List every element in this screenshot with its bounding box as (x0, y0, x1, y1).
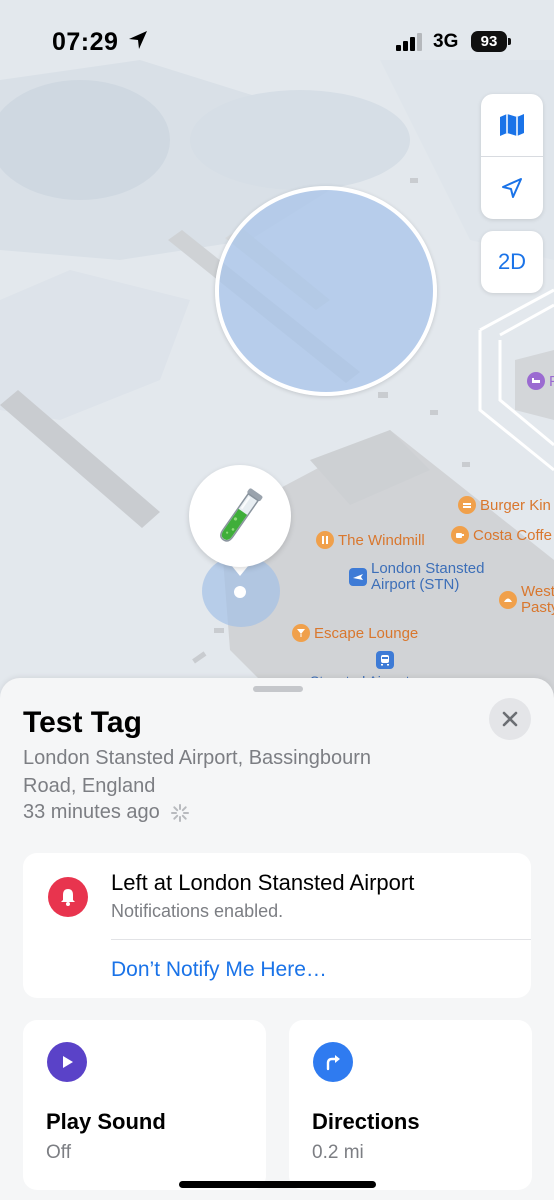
item-address: London Stansted Airport, Bassingbourn Ro… (23, 747, 372, 797)
poi-escape-lounge[interactable]: Escape Lounge (292, 624, 418, 642)
play-sound-card[interactable]: Play Sound Off (23, 1020, 266, 1190)
notification-status: Notifications enabled. (111, 901, 284, 921)
status-bar: 07:29 3G 93 (0, 0, 554, 84)
item-pin[interactable] (189, 465, 291, 567)
bed-icon (527, 372, 545, 390)
last-seen-label: 33 minutes ago (23, 801, 160, 823)
map-2d-toggle[interactable]: 2D (481, 231, 543, 293)
status-time: 07:29 (52, 28, 119, 56)
battery-indicator: 93 (471, 31, 507, 52)
notification-card: Left at London Stansted Airport Notifica… (23, 853, 531, 998)
dont-notify-link[interactable]: Don’t Notify Me Here… (111, 958, 327, 982)
location-accuracy-circle (215, 186, 437, 396)
item-title: Test Tag (23, 706, 142, 739)
home-indicator[interactable] (179, 1181, 376, 1188)
cocktail-icon (292, 624, 310, 642)
battery-cap (508, 38, 511, 45)
bell-icon (48, 877, 88, 917)
notification-title: Left at London Stansted Airport (111, 870, 415, 895)
notification-divider (111, 939, 531, 940)
item-detail-sheet: Test Tag London Stansted Airport, Bassin… (0, 678, 554, 1200)
play-sound-status: Off (46, 1142, 71, 1163)
poi-label: Costa Coffe (473, 526, 552, 544)
directions-distance: 0.2 mi (312, 1142, 364, 1163)
track-location-button[interactable] (481, 157, 543, 219)
poi-label: Burger Kin (480, 496, 551, 514)
play-sound-label: Play Sound (46, 1109, 166, 1134)
restaurant-icon (316, 531, 334, 549)
poi-costa-coffee[interactable]: Costa Coffe (451, 526, 552, 544)
directions-arrow-icon (313, 1042, 353, 1082)
play-icon (47, 1042, 87, 1082)
directions-label: Directions (312, 1109, 420, 1134)
poi-label: P (549, 373, 554, 390)
coffee-icon (451, 526, 469, 544)
close-icon (502, 711, 518, 727)
map-icon (500, 114, 524, 136)
poi-label: The Windmill (338, 531, 425, 549)
bakery-icon (499, 591, 517, 609)
location-services-icon (129, 31, 147, 49)
poi-burger-king[interactable]: Burger Kin (458, 496, 551, 514)
poi-label: Escape Lounge (314, 624, 419, 642)
sheet-grabber[interactable] (253, 686, 303, 692)
restaurant-icon (458, 496, 476, 514)
location-arrow-icon (502, 178, 522, 198)
loading-spinner-icon (170, 803, 189, 822)
poi-label: Airport (STN) (371, 576, 460, 593)
pin-location-dot (234, 586, 246, 598)
cellular-signal-icon (396, 33, 422, 51)
poi-the-windmill[interactable]: The Windmill (316, 531, 425, 549)
map-2d-label: 2D (497, 249, 527, 274)
poi-label: London Stansted (371, 560, 485, 577)
map-view[interactable]: Burger Kin The Windmill Costa Coffe Lond… (0, 0, 554, 720)
network-type: 3G (433, 31, 459, 52)
airplane-icon (349, 568, 367, 586)
directions-card[interactable]: Directions 0.2 mi (289, 1020, 532, 1190)
poi-hotel[interactable]: P (527, 372, 554, 390)
map-mode-button[interactable] (481, 94, 543, 156)
close-button[interactable] (489, 698, 531, 740)
last-seen: 33 minutes ago (23, 801, 190, 824)
poi-west-pasty[interactable]: West Pasty (499, 584, 554, 616)
poi-label: West (521, 583, 554, 600)
poi-london-stansted-airport[interactable]: London Stansted Airport (STN) (349, 561, 484, 593)
train-icon (375, 651, 394, 669)
poi-label: Pasty (521, 599, 554, 616)
test-tube-icon (220, 488, 263, 542)
map-controls (481, 94, 543, 219)
